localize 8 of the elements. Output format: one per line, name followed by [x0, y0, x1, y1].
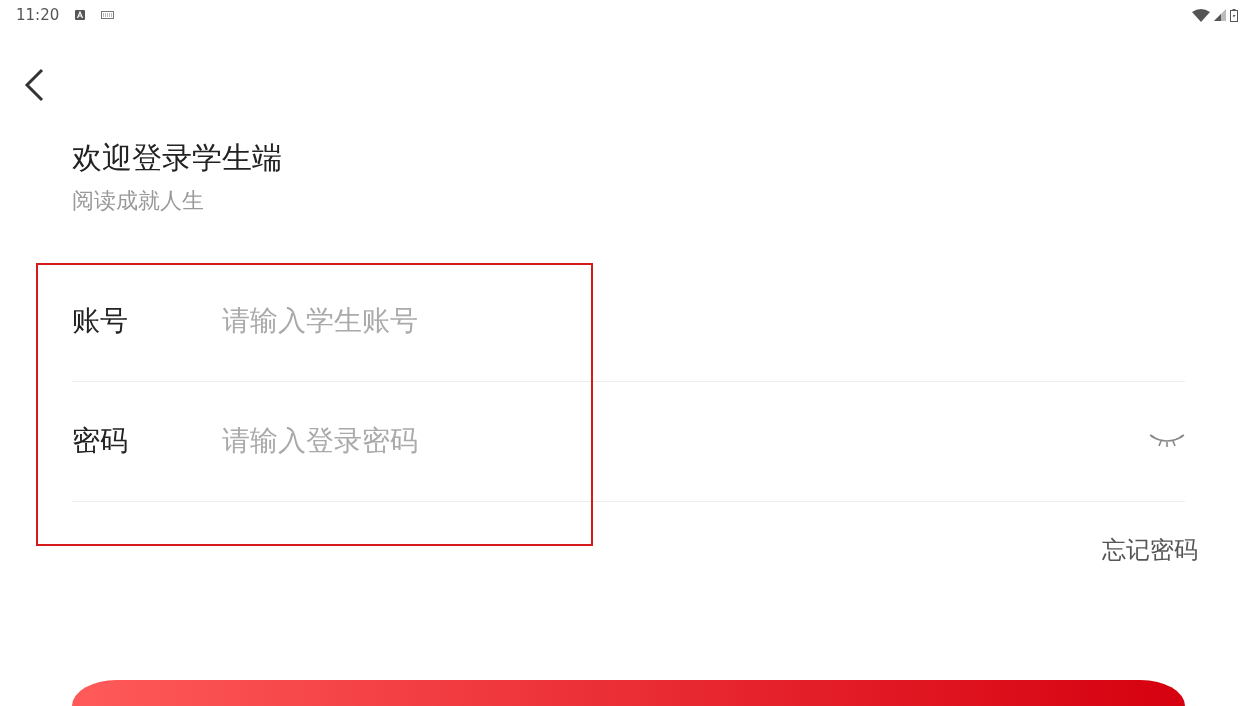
page-subtitle: 阅读成就人生	[72, 187, 205, 215]
field-label: 账号	[72, 303, 129, 340]
page-title: 欢迎登录学生端	[72, 139, 283, 177]
password-field[interactable]: 请输入登录密码	[222, 420, 1149, 463]
forgot-password-link[interactable]: 忘记密码	[1102, 531, 1198, 568]
account-field[interactable]: 请输入学生账号	[222, 300, 1185, 343]
field-label: 密码	[72, 423, 129, 460]
status-time: 11:20	[16, 4, 60, 26]
